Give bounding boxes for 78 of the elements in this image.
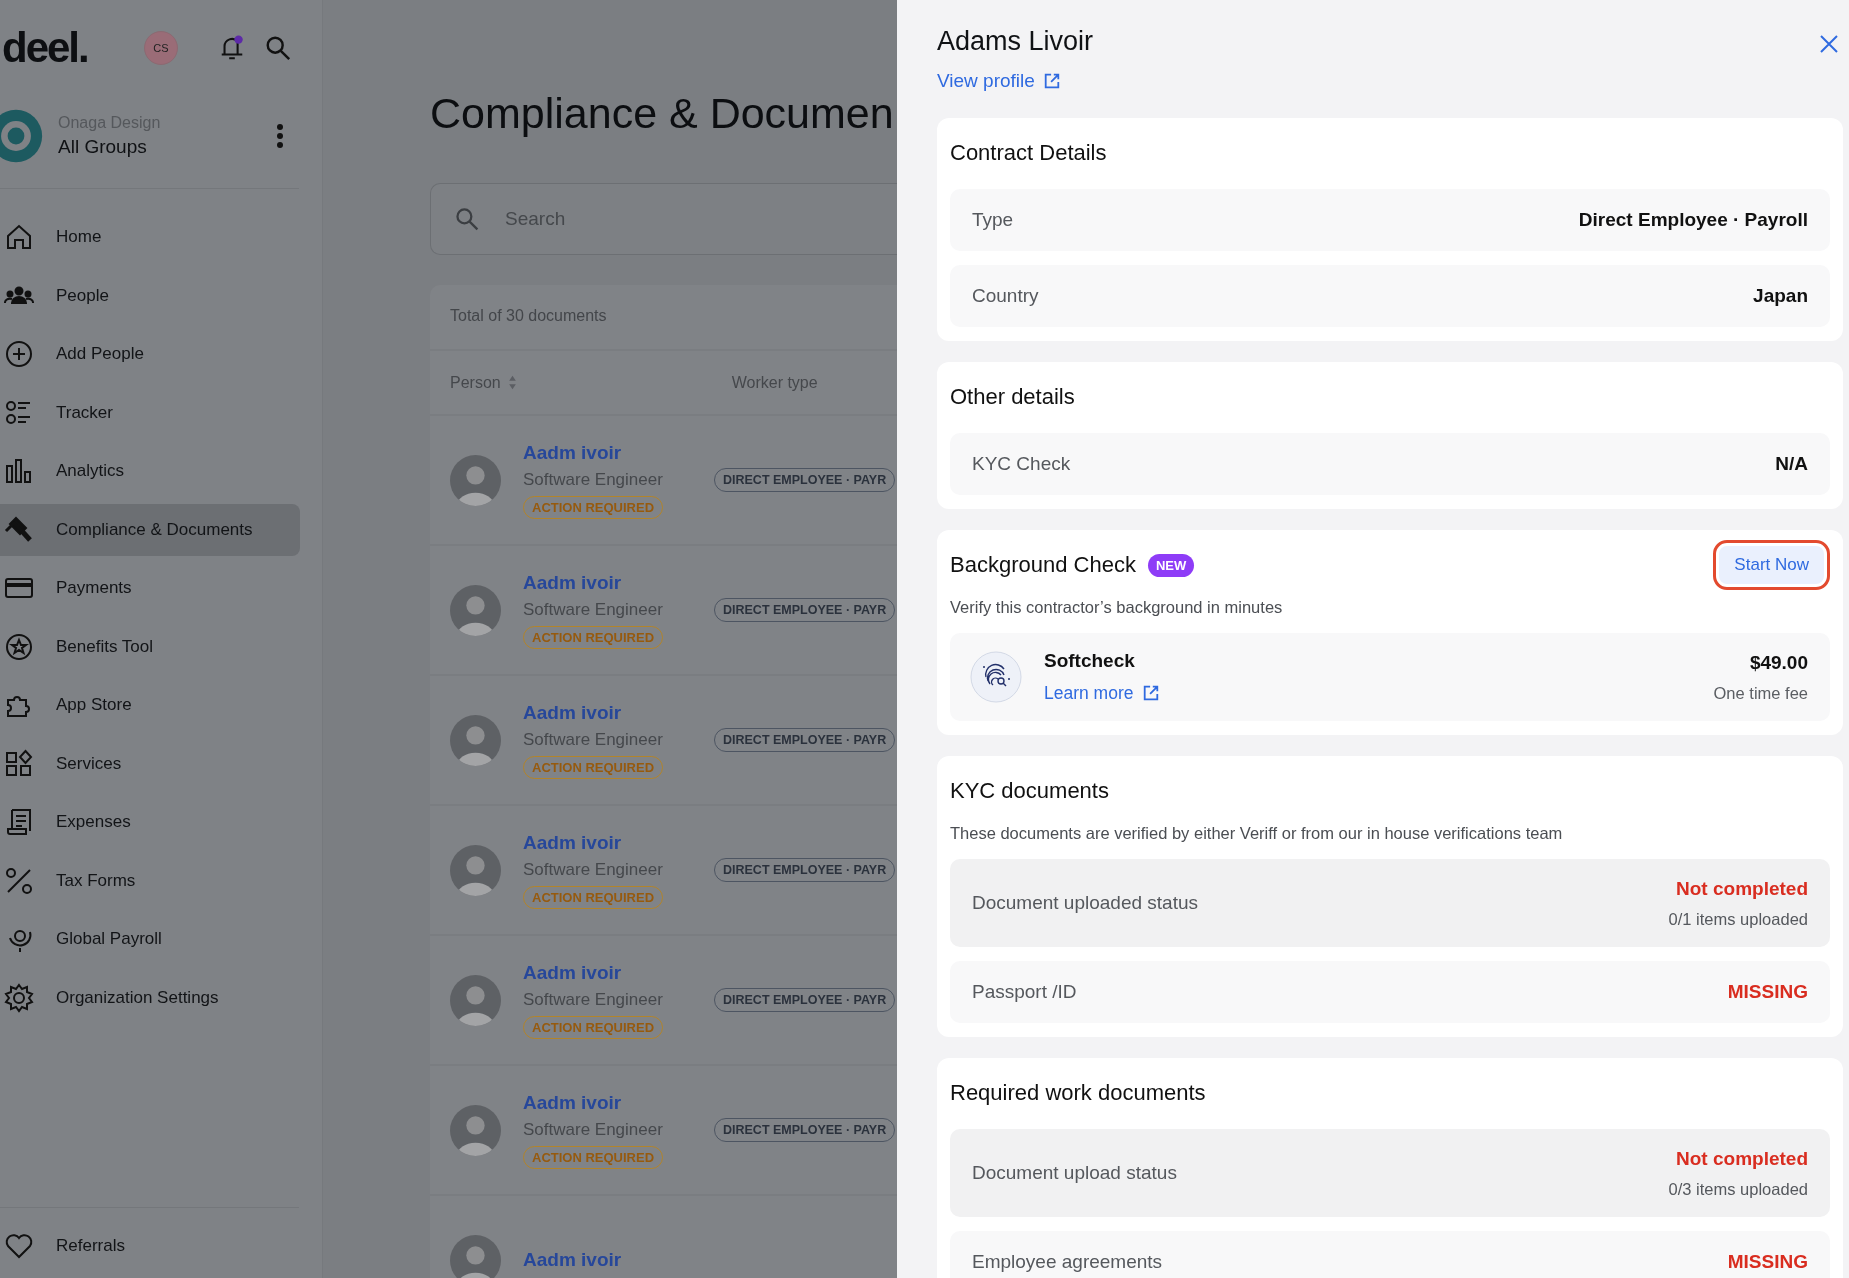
fingerprint-icon — [970, 651, 1022, 703]
external-link-icon — [1042, 72, 1061, 90]
home-icon — [4, 222, 34, 252]
status-text: MISSING — [1727, 981, 1808, 1003]
plus-circle-icon — [4, 339, 34, 369]
search-field[interactable]: Search — [430, 183, 897, 255]
row-label: Document upload status — [972, 1162, 1177, 1184]
sidebar-item[interactable]: Referrals — [0, 1219, 300, 1272]
avatar-icon — [450, 1234, 501, 1278]
row-label: Document uploaded status — [972, 892, 1199, 914]
page-title: Compliance & Documen — [430, 89, 895, 138]
column-header[interactable]: Worker type — [731, 373, 818, 392]
upload-count: 0/1 items uploaded — [1668, 909, 1808, 929]
receipt-icon — [4, 807, 34, 837]
avatar-icon — [450, 714, 501, 766]
column-header[interactable]: Person — [450, 373, 501, 392]
avatar-icon — [450, 454, 501, 506]
avatar-icon — [450, 1104, 501, 1156]
sidebar-item[interactable]: Tracker — [0, 386, 300, 439]
bar-chart-icon — [4, 456, 34, 486]
avatar-icon — [450, 844, 501, 896]
sidebar-item[interactable]: Analytics — [0, 445, 300, 497]
sidebar-item[interactable]: Compliance & Documents — [0, 503, 300, 556]
group-name[interactable]: All Groups — [58, 136, 161, 158]
job-title: Software Engineer — [523, 729, 663, 750]
upload-count: 0/3 items uploaded — [1668, 1179, 1808, 1199]
row-label: Employee agreements — [972, 1251, 1163, 1273]
sidebar-item[interactable]: Payments — [0, 562, 300, 614]
detail-row: KYC Check N/A — [950, 433, 1830, 495]
star-badge-icon — [4, 631, 34, 662]
panel-title: Adams Livoir — [937, 25, 1094, 58]
logo[interactable]: deel. — [2, 24, 88, 72]
new-badge: NEW — [1147, 553, 1195, 577]
job-title: Software Engineer — [523, 469, 663, 490]
price-note: One time fee — [1713, 683, 1808, 703]
start-now-button[interactable]: Start Now — [1713, 540, 1830, 590]
sidebar-item[interactable]: Services — [0, 737, 300, 790]
job-title: Software Engineer — [523, 599, 663, 620]
settings-icon — [4, 982, 34, 1013]
section-description: These documents are verified by either Veriff or from our in house verifications team — [950, 823, 1564, 843]
job-title: Software Engineer — [523, 989, 663, 1010]
external-link-icon — [1141, 684, 1160, 702]
sidebar-item[interactable]: Tax Forms — [0, 854, 300, 907]
detail-row: Country Japan — [950, 265, 1830, 327]
avatar-icon — [450, 974, 501, 1026]
job-title: Software Engineer — [523, 859, 663, 880]
sidebar-item[interactable]: Add People — [0, 328, 300, 380]
view-profile-link[interactable]: View profile — [937, 70, 1094, 92]
section-title: Contract Details — [950, 140, 1108, 166]
section-title: Required work documents — [950, 1080, 1207, 1106]
status-text: Not completed — [1676, 1147, 1808, 1170]
sidebar-item[interactable]: Home — [0, 211, 300, 263]
sidebar-item[interactable]: Organization Settings — [0, 971, 300, 1024]
more-icon[interactable] — [276, 123, 284, 149]
status-text: MISSING — [1727, 1251, 1808, 1273]
sidebar-item[interactable]: App Store — [0, 679, 300, 731]
row-label: Passport /ID — [972, 981, 1077, 1003]
price: $49.00 — [1749, 651, 1808, 674]
sidebar-item[interactable]: People — [0, 269, 300, 322]
section-title: KYC documents — [950, 778, 1110, 804]
section-description: Verify this contractor’s background in minutes — [950, 597, 1284, 617]
section-title: Other details — [950, 384, 1076, 410]
percent-icon — [4, 865, 34, 896]
provider-name: Softcheck — [1044, 650, 1136, 672]
sidebar-item[interactable]: Expenses — [0, 796, 300, 848]
search-icon[interactable] — [264, 34, 292, 62]
learn-more-link[interactable]: Learn more — [1044, 682, 1160, 704]
status-text: Not completed — [1676, 877, 1808, 900]
job-title: Software Engineer — [523, 1119, 663, 1140]
sidebar-item[interactable]: Benefits Tool — [0, 620, 300, 673]
user-avatar[interactable]: CS — [144, 31, 178, 65]
avatar-icon — [450, 584, 501, 636]
close-icon[interactable] — [1819, 34, 1839, 54]
search-icon — [454, 206, 480, 232]
sidebar-item[interactable]: Global Payroll — [0, 913, 300, 965]
section-title: Background Check — [950, 552, 1136, 578]
detail-row: Type Direct Employee · Payroll — [950, 189, 1830, 251]
grid-icon — [4, 748, 34, 779]
